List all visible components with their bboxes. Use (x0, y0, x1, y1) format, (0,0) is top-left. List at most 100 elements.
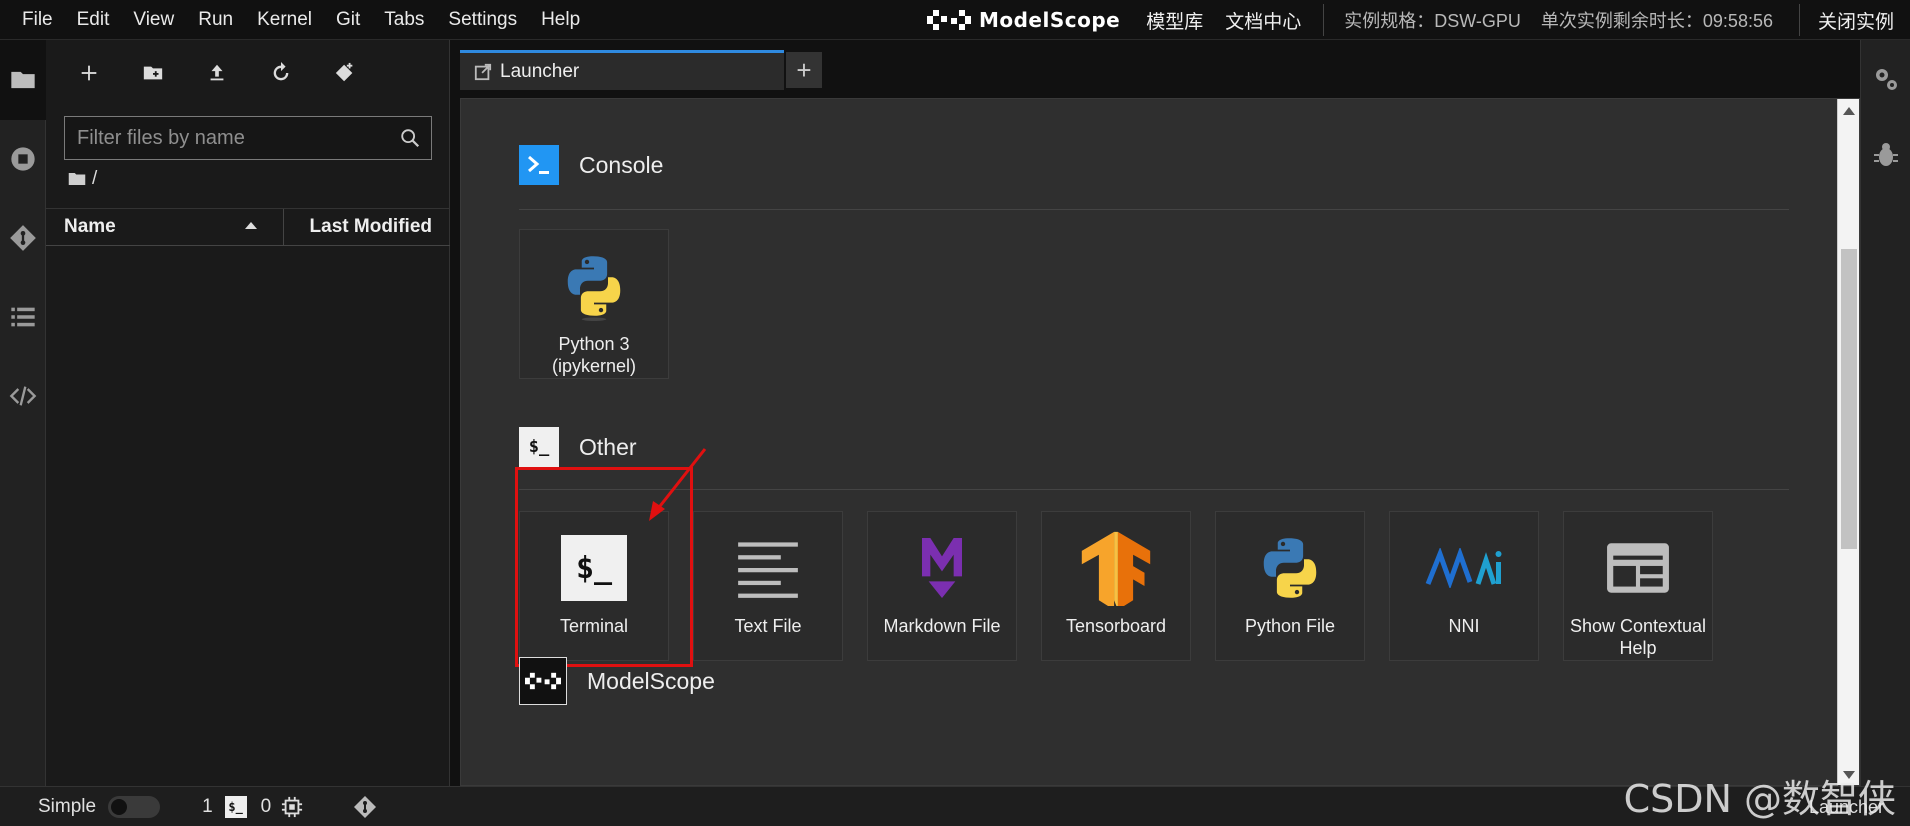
menu-run[interactable]: Run (186, 0, 245, 39)
terminal-count: 1 (202, 795, 213, 817)
launcher-card-markdown-file[interactable]: Markdown File (867, 511, 1017, 661)
docs-center-link[interactable]: 文档中心 (1225, 7, 1301, 34)
header-right: ModelScope 模型库 文档中心 实例规格：DSW-GPU 单次实例剩余时… (926, 0, 1910, 40)
ipykernel-label: (ipykernel) (551, 355, 637, 376)
breadcrumb-root: / (92, 168, 98, 189)
tab-launcher-label: Launcher (500, 60, 580, 82)
code-snippets-icon[interactable] (0, 373, 46, 419)
main-work-area: Launcher + Console Python 3 (ipykernel) (450, 40, 1860, 786)
menu-view[interactable]: View (121, 0, 186, 39)
model-library-link[interactable]: 模型库 (1146, 7, 1203, 34)
kernel-chip-icon[interactable] (281, 796, 303, 818)
launcher-card-contextual-help[interactable]: Show Contextual Help (1563, 511, 1713, 661)
launcher-card-text-file[interactable]: Text File (693, 511, 843, 661)
filter-files-input[interactable] (65, 126, 385, 150)
simple-mode-label: Simple (38, 795, 97, 817)
upload-button[interactable] (204, 60, 230, 86)
close-instance-button[interactable]: 关闭实例 (1798, 4, 1910, 36)
property-inspector-gears-icon[interactable] (1871, 64, 1901, 94)
breadcrumb[interactable]: / (68, 168, 97, 190)
file-browser-folder-icon[interactable] (0, 57, 46, 103)
running-sessions-icon[interactable] (0, 136, 46, 182)
section-other-header: $_ Other (519, 427, 637, 467)
modelscope-brand[interactable]: ModelScope (926, 8, 1121, 32)
file-filter (64, 116, 432, 160)
menu-tabs[interactable]: Tabs (372, 0, 436, 39)
debugger-bug-icon[interactable] (1871, 140, 1901, 170)
instance-spec: 实例规格：DSW-GPU (1344, 11, 1521, 31)
menu-file[interactable]: File (10, 0, 65, 39)
table-of-contents-icon[interactable] (0, 294, 46, 340)
upload-icon (210, 64, 224, 81)
main-menu: File Edit View Run Kernel Git Tabs Setti… (0, 0, 592, 39)
section-console-header: Console (519, 145, 663, 185)
right-sidebar-rail (1860, 40, 1910, 786)
python-file-icon (1250, 528, 1330, 608)
header-divider (1323, 4, 1325, 36)
menu-help[interactable]: Help (529, 0, 592, 39)
section-console-title: Console (579, 151, 664, 178)
git-clone-icon (335, 62, 353, 82)
launcher-tab-icon (474, 63, 492, 80)
contextual-help-icon (1598, 528, 1678, 608)
new-folder-icon (143, 66, 163, 80)
column-name-header[interactable]: Name (46, 209, 284, 245)
remaining-time: 单次实例剩余时长：09:58:56 (1540, 11, 1773, 31)
terminal-category-icon: $_ (519, 427, 559, 467)
file-browser-panel: / Name Last Modified (46, 40, 450, 786)
search-icon (401, 129, 420, 148)
tab-bar: Launcher + (460, 50, 822, 90)
launcher-scrollbar[interactable] (1837, 99, 1859, 785)
text-file-icon (728, 528, 808, 608)
launcher-card-nni[interactable]: NNI (1389, 511, 1539, 661)
section-console-divider (519, 209, 1789, 210)
card-label-python-file: Python File (1244, 616, 1336, 636)
card-label-contextual-help: Show Contextual Help (1569, 616, 1707, 658)
python-logo-icon (554, 246, 634, 326)
refresh-button[interactable] (268, 60, 294, 86)
menu-edit[interactable]: Edit (65, 0, 122, 39)
card-label-nni: NNI (1448, 616, 1480, 636)
launcher-panel: Console Python 3 (ipykernel) $_ Other $_… (460, 98, 1860, 786)
git-clone-button[interactable] (332, 60, 358, 86)
section-modelscope-title: ModelScope (587, 667, 715, 694)
launcher-card-tensorboard[interactable]: Tensorboard (1041, 511, 1191, 661)
console-category-icon (519, 145, 559, 185)
folder-icon (68, 173, 86, 185)
simple-mode-toggle[interactable] (108, 795, 161, 818)
menu-settings[interactable]: Settings (436, 0, 529, 39)
red-arrow-annotation (649, 448, 707, 521)
terminal-status-icon[interactable]: $_ (224, 795, 247, 818)
menu-bar: File Edit View Run Kernel Git Tabs Setti… (0, 0, 1910, 40)
column-last-modified-header[interactable]: Last Modified (284, 209, 450, 245)
git-icon[interactable] (0, 215, 46, 261)
markdown-icon (902, 528, 982, 608)
nni-icon (1424, 528, 1504, 608)
left-sidebar-rail (0, 40, 46, 786)
brand-name: ModelScope (978, 8, 1121, 32)
launcher-card-python-file[interactable]: Python File (1215, 511, 1365, 661)
tensorflow-icon (1076, 528, 1156, 608)
card-label-text-file: Text File (734, 616, 802, 636)
section-other-title: Other (579, 433, 637, 460)
card-label-markdown: Markdown File (883, 616, 1001, 636)
tab-launcher[interactable]: Launcher (460, 50, 784, 90)
new-folder-button[interactable] (140, 60, 166, 86)
menu-kernel[interactable]: Kernel (245, 0, 324, 39)
card-label-tensorboard: Tensorboard (1065, 616, 1167, 636)
modelscope-logo-icon (926, 10, 971, 30)
file-browser-toolbar (46, 40, 449, 106)
scroll-up-arrow-icon[interactable] (1843, 107, 1855, 115)
add-tab-button[interactable]: + (786, 52, 822, 88)
menu-git[interactable]: Git (324, 0, 372, 39)
sort-ascending-icon (245, 222, 257, 229)
csdn-watermark: CSDN @数智侠 (1623, 777, 1896, 821)
column-name-label: Name (64, 216, 116, 237)
plus-icon (81, 65, 97, 81)
launcher-card-python3-notebook[interactable]: Python 3 (ipykernel) (519, 229, 669, 379)
new-launcher-button[interactable] (76, 60, 102, 86)
scroll-thumb[interactable] (1841, 249, 1857, 549)
git-status-icon[interactable] (353, 795, 377, 819)
modelscope-category-icon (519, 657, 567, 705)
card-label: Python 3 (ipykernel) (522, 334, 666, 377)
